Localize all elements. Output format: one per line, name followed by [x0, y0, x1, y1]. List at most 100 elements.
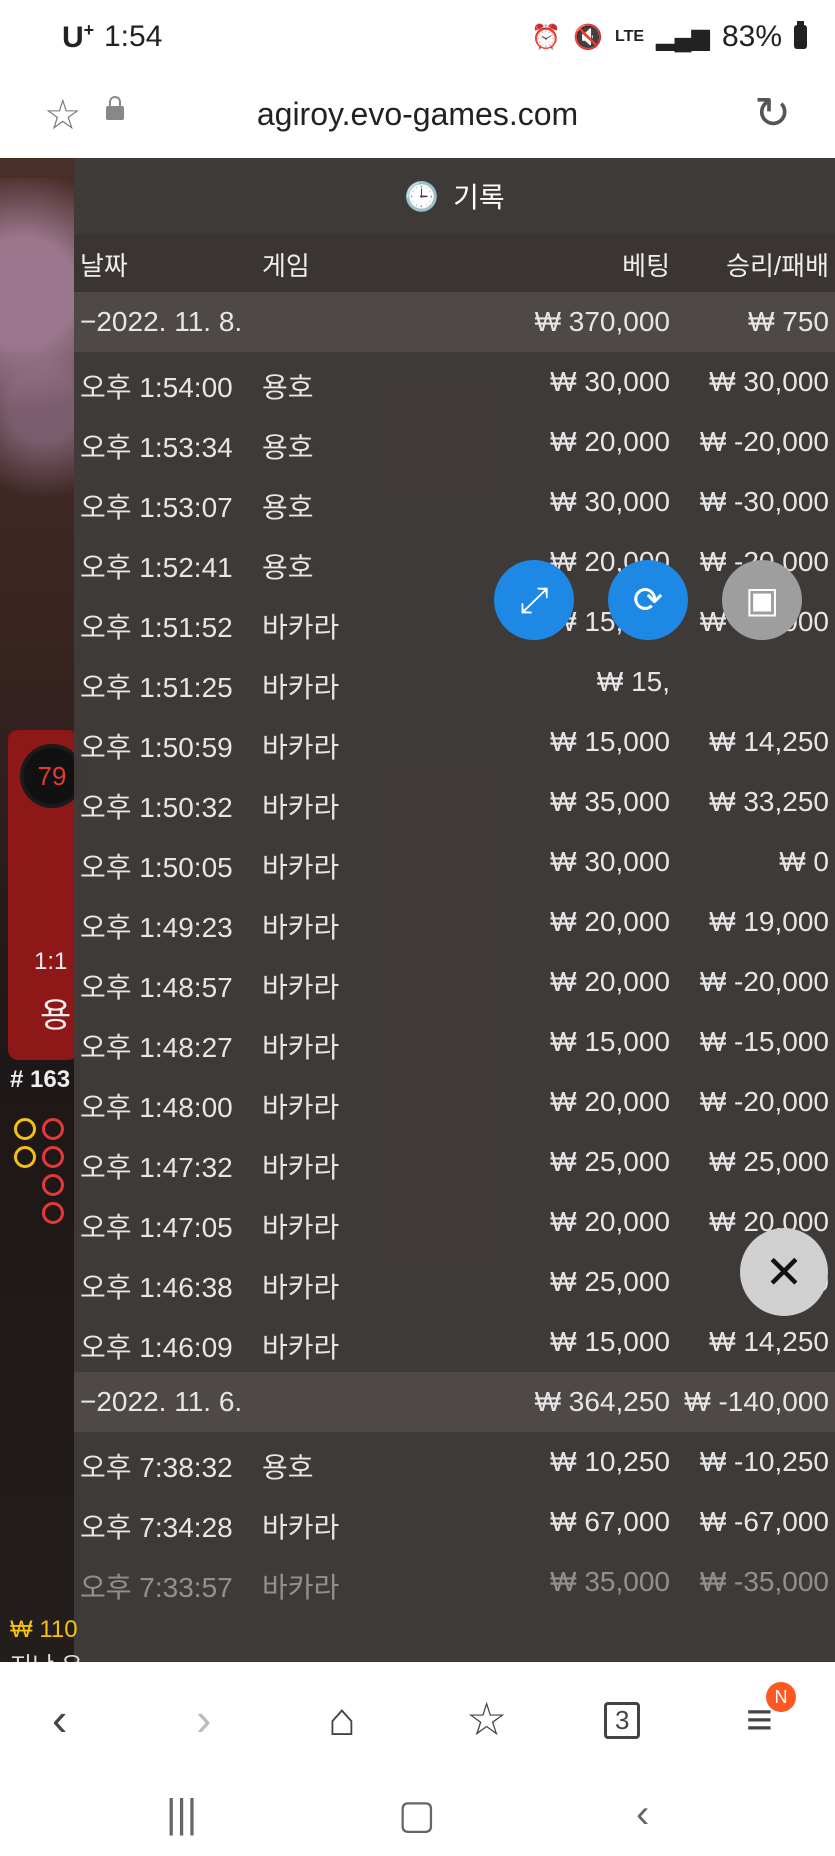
history-row[interactable]: 오후 1:50:32 바카라 ₩ 35,000 ₩ 33,250 [74, 772, 835, 832]
history-row[interactable]: 오후 1:51:25 바카라 ₩ 15, [74, 652, 835, 712]
history-row[interactable]: 오후 1:50:59 바카라 ₩ 15,000 ₩ 14,250 [74, 712, 835, 772]
browser-nav-bar: ‹ › ⌂ ☆ 3 ≡ N [0, 1662, 835, 1782]
history-row[interactable]: 오후 1:53:07 용호 ₩ 30,000 ₩ -30,000 [74, 472, 835, 532]
history-row[interactable]: 오후 1:46:09 바카라 ₩ 15,000 ₩ 14,250 [74, 1312, 835, 1372]
history-row[interactable]: 오후 1:54:00 용호 ₩ 30,000 ₩ 30,000 [74, 352, 835, 412]
row-win-loss: ₩ -140,000 [684, 1386, 829, 1417]
recent-apps-icon[interactable]: ||| [166, 1792, 197, 1837]
row-win-loss: ₩ 0 [779, 846, 829, 877]
reload-icon[interactable]: ↻ [754, 88, 791, 139]
row-date: 오후 1:52:41 [80, 552, 233, 583]
row-bet: ₩ 35,000 [550, 786, 670, 817]
browser-url-bar: ☆ agiroy.evo-games.com ↻ [0, 72, 835, 160]
carrier-label: U+ [62, 20, 95, 54]
expand-button[interactable]: ⤢ [494, 560, 574, 640]
history-row[interactable]: 오후 1:48:00 바카라 ₩ 20,000 ₩ -20,000 [74, 1072, 835, 1132]
row-win-loss: ₩ -67,000 [699, 1506, 829, 1537]
history-row[interactable]: 오후 1:47:32 바카라 ₩ 25,000 ₩ 25,000 [74, 1132, 835, 1192]
game-area: 79 1:1 용 # 163 🕒 기록 날짜 게임 베팅 승리/패배 −2022… [0, 158, 835, 1662]
row-bet: ₩ 30,000 [550, 486, 670, 517]
row-game: 바카라 [262, 1272, 340, 1303]
history-row[interactable]: 오후 1:52:41 용호 ₩ 20,000 ₩ -20,000 [74, 532, 835, 592]
row-date: 오후 1:50:32 [80, 792, 233, 823]
row-bet: ₩ 25,000 [550, 1146, 670, 1177]
row-game: 용호 [262, 492, 314, 523]
history-clock-icon: 🕒 [404, 180, 440, 212]
history-row[interactable]: 오후 1:51:52바카라₩ 15,000₩ -15,000 [74, 592, 835, 652]
menu-badge: N [766, 1682, 796, 1712]
row-game: 바카라 [262, 972, 340, 1003]
mute-icon: 🔇 [573, 23, 603, 51]
back-icon[interactable]: ‹ [52, 1692, 67, 1746]
row-game: 용호 [262, 552, 314, 583]
history-row[interactable]: 오후 1:50:05 바카라 ₩ 30,000 ₩ 0 [74, 832, 835, 892]
row-game: 용호 [262, 372, 314, 403]
replay-button[interactable]: ⟳ [608, 560, 688, 640]
road-dot [42, 1118, 64, 1140]
history-row[interactable]: 오후 7:38:32 용호 ₩ 10,250 ₩ -10,250 [74, 1432, 835, 1492]
history-row[interactable]: 오후 1:53:34 용호 ₩ 20,000 ₩ -20,000 [74, 412, 835, 472]
history-list[interactable]: −2022. 11. 8. ₩ 370,000 ₩ 750 오후 1:54:00 용호 ₩… [74, 292, 835, 1612]
row-game: 바카라 [262, 732, 340, 763]
system-back-icon[interactable]: ‹ [636, 1792, 649, 1837]
alarm-icon: ⏰ [531, 23, 562, 51]
row-win-loss: ₩ 14,250 [709, 1326, 829, 1357]
col-bet: 베팅 [622, 251, 670, 281]
row-win-loss: ₩ -30,000 [699, 486, 829, 517]
close-button[interactable]: ✕ [740, 1228, 828, 1316]
road-dot [42, 1146, 64, 1168]
history-row[interactable]: 오후 1:49:23 바카라 ₩ 20,000 ₩ 19,000 [74, 892, 835, 952]
home-button-icon[interactable]: ▢ [398, 1792, 436, 1838]
row-date: 오후 1:48:00 [80, 1092, 233, 1123]
row-bet: ₩ 364,250 [534, 1386, 670, 1417]
history-date-row[interactable]: −2022. 11. 6. ₩ 364,250 ₩ -140,000 [74, 1372, 835, 1432]
row-date: 오후 1:46:38 [80, 1272, 233, 1303]
network-label: LTE [615, 28, 645, 45]
history-date-row[interactable]: −2022. 11. 8. ₩ 370,000 ₩ 750 [74, 292, 835, 352]
row-win-loss: ₩ 30,000 [709, 366, 829, 397]
status-icons: ⏰ 🔇 LTE ▂▄▆ 83% [531, 20, 807, 54]
road-dot [14, 1146, 36, 1168]
game-footer: ₩ 110 지난 우 [0, 1538, 835, 1662]
home-icon[interactable]: ⌂ [328, 1692, 356, 1746]
stop-button[interactable]: ▣ [722, 560, 802, 640]
row-win-loss: ₩ 33,250 [709, 786, 829, 817]
url-text[interactable]: agiroy.evo-games.com [0, 96, 835, 133]
row-date: 오후 1:54:00 [80, 372, 233, 403]
row-bet: ₩ 20,000 [550, 1206, 670, 1237]
row-date: 오후 1:47:32 [80, 1152, 233, 1183]
row-bet: ₩ 67,000 [550, 1506, 670, 1537]
history-row[interactable]: 오후 1:46:38바카라₩ 25,000₩ 0 [74, 1252, 835, 1312]
row-game: 바카라 [262, 1092, 340, 1123]
road-dot [42, 1174, 64, 1196]
decor-flowers [0, 178, 74, 558]
history-column-headers: 날짜 게임 베팅 승리/패배 [74, 234, 835, 292]
payout-label: 1:1 [34, 948, 68, 975]
row-bet: ₩ 30,000 [550, 366, 670, 397]
bookmarks-icon[interactable]: ☆ [466, 1692, 507, 1746]
row-game: 용호 [262, 432, 314, 463]
row-win-loss: ₩ 19,000 [709, 906, 829, 937]
history-header: 🕒 기록 [74, 158, 835, 234]
forward-icon[interactable]: › [196, 1692, 211, 1746]
row-game: 바카라 [262, 1152, 340, 1183]
row-win-loss: ₩ -20,000 [699, 426, 829, 457]
history-row[interactable]: 오후 1:47:05 바카라 ₩ 20,000 ₩ 20,000 [74, 1192, 835, 1252]
balance-amount: ₩ 110 [10, 1616, 78, 1643]
signal-icon: ▂▄▆ [656, 23, 710, 51]
row-bet: ₩ 370,000 [534, 306, 670, 337]
stop-icon: ▣ [744, 579, 779, 620]
col-win-loss: 승리/패배 [726, 251, 829, 281]
row-game: 바카라 [262, 1332, 340, 1363]
row-date: 오후 1:46:09 [80, 1332, 233, 1363]
tabs-icon[interactable]: 3 [604, 1702, 641, 1739]
row-date: 오후 1:53:07 [80, 492, 233, 523]
row-game: 용호 [262, 1452, 314, 1483]
row-bet: ₩ 15,000 [550, 1026, 670, 1057]
row-game: 바카라 [262, 672, 340, 703]
row-game: 바카라 [262, 792, 340, 823]
history-row[interactable]: 오후 1:48:27 바카라 ₩ 15,000 ₩ -15,000 [74, 1012, 835, 1072]
round-number: # 163 [10, 1066, 71, 1093]
history-row[interactable]: 오후 1:48:57 바카라 ₩ 20,000 ₩ -20,000 [74, 952, 835, 1012]
row-win-loss: ₩ -20,000 [699, 966, 829, 997]
